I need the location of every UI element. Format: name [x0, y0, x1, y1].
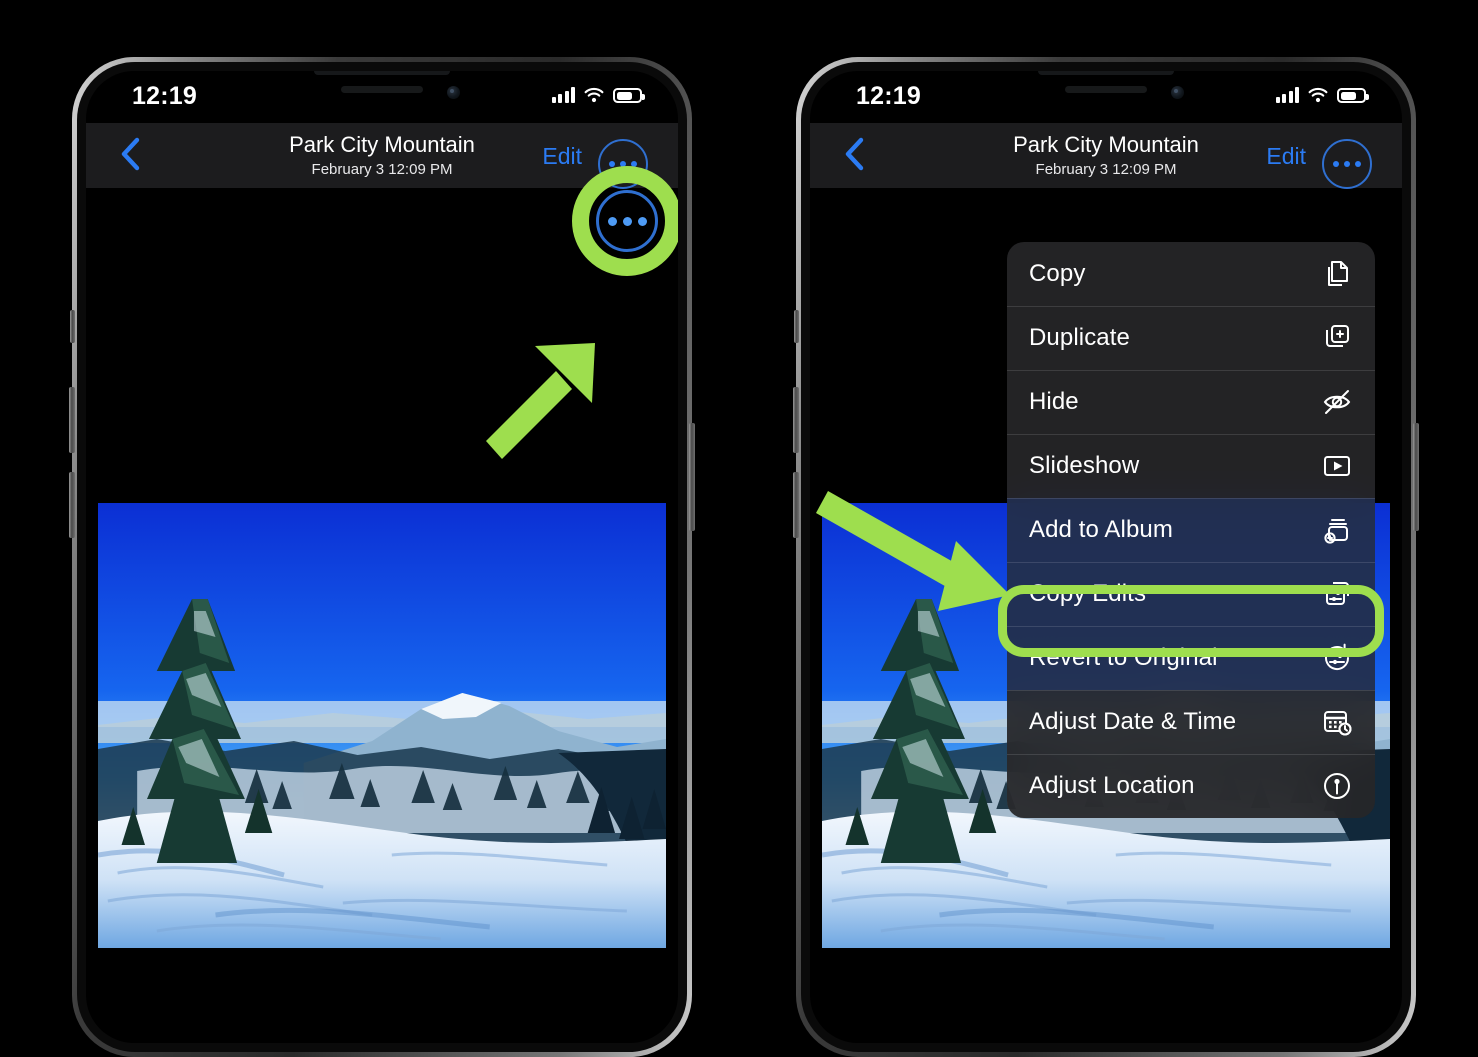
menu-item-adjust-location[interactable]: Adjust Location: [1007, 754, 1375, 818]
copy-icon: [1321, 258, 1353, 290]
power-button[interactable]: [689, 423, 695, 531]
phone-screen: 12:19 Park City Mountain February 3 12:0…: [810, 71, 1402, 1043]
menu-item-label: Hide: [1029, 388, 1079, 415]
menu-item-add-to-album[interactable]: Add to Album: [1007, 498, 1375, 562]
add-to-album-icon: [1321, 514, 1353, 546]
menu-item-duplicate[interactable]: Duplicate: [1007, 306, 1375, 370]
context-menu[interactable]: Copy Duplicate Hide Slideshow Add to Alb…: [1007, 242, 1375, 818]
page-title: Park City Mountain: [289, 132, 475, 157]
edit-button[interactable]: Edit: [542, 143, 582, 170]
duplicate-icon: [1321, 322, 1353, 354]
earpiece-grille-icon: [314, 71, 450, 75]
copy-edits-icon: [1321, 578, 1353, 610]
volume-up-button[interactable]: [69, 387, 75, 453]
nav-title-block: Park City Mountain February 3 12:09 PM: [86, 131, 678, 180]
speaker-grille-icon: [1065, 86, 1147, 93]
status-clock: 12:19: [856, 82, 921, 110]
power-button[interactable]: [1413, 423, 1419, 531]
menu-item-label: Duplicate: [1029, 324, 1130, 351]
mute-switch[interactable]: [70, 310, 75, 343]
cellular-signal-icon: [551, 87, 575, 103]
battery-icon: [1337, 88, 1369, 103]
menu-item-label: Adjust Date & Time: [1029, 708, 1237, 735]
page-subtitle: February 3 12:09 PM: [1035, 161, 1177, 178]
photo-viewer[interactable]: [98, 503, 666, 948]
page-subtitle: February 3 12:09 PM: [311, 161, 453, 178]
earpiece-grille-icon: [1038, 71, 1174, 75]
battery-icon: [613, 88, 645, 103]
eye-slash-icon: [1321, 386, 1353, 418]
play-rectangle-icon: [1321, 450, 1353, 482]
cellular-signal-icon: [1275, 87, 1299, 103]
location-pin-icon: [1321, 770, 1353, 802]
phone-notch: [990, 71, 1222, 114]
phone-right: 12:19 Park City Mountain February 3 12:0…: [793, 57, 1419, 1057]
calendar-clock-icon: [1321, 706, 1353, 738]
menu-item-label: Revert to Original: [1029, 644, 1218, 671]
status-indicators: [1275, 87, 1369, 103]
page-title: Park City Mountain: [1013, 132, 1199, 157]
back-chevron-icon[interactable]: [842, 137, 866, 171]
menu-item-label: Slideshow: [1029, 452, 1140, 479]
nav-bar: Park City Mountain February 3 12:09 PM E…: [86, 123, 678, 189]
wifi-icon: [1308, 87, 1328, 103]
menu-item-copy[interactable]: Copy: [1007, 242, 1375, 306]
phone-notch: [266, 71, 498, 114]
menu-item-label: Adjust Location: [1029, 772, 1195, 799]
menu-item-copy-edits[interactable]: Copy Edits: [1007, 562, 1375, 626]
back-chevron-icon[interactable]: [118, 137, 142, 171]
menu-item-label: Copy Edits: [1029, 580, 1147, 607]
menu-item-adjust-date-time[interactable]: Adjust Date & Time: [1007, 690, 1375, 754]
wifi-icon: [584, 87, 604, 103]
menu-item-revert-to-original[interactable]: Revert to Original: [1007, 626, 1375, 690]
mute-switch[interactable]: [794, 310, 799, 343]
status-clock: 12:19: [132, 82, 197, 110]
front-camera-icon: [447, 86, 460, 99]
menu-item-hide[interactable]: Hide: [1007, 370, 1375, 434]
phone-left: 12:19 Park City Mountain February 3 12:0…: [69, 57, 695, 1057]
screenshot-canvas: 12:19 Park City Mountain February 3 12:0…: [0, 0, 1478, 1057]
volume-up-button[interactable]: [793, 387, 799, 453]
front-camera-icon: [1171, 86, 1184, 99]
more-ellipsis-icon-highlighted[interactable]: [596, 190, 658, 252]
volume-down-button[interactable]: [793, 472, 799, 538]
more-ellipsis-icon[interactable]: [1322, 139, 1372, 189]
nav-bar: Park City Mountain February 3 12:09 PM E…: [810, 123, 1402, 189]
speaker-grille-icon: [341, 86, 423, 93]
menu-item-label: Copy: [1029, 260, 1086, 287]
menu-item-slideshow[interactable]: Slideshow: [1007, 434, 1375, 498]
volume-down-button[interactable]: [69, 472, 75, 538]
revert-icon: [1321, 642, 1353, 674]
phone-screen: 12:19 Park City Mountain February 3 12:0…: [86, 71, 678, 1043]
menu-item-label: Add to Album: [1029, 516, 1173, 543]
status-indicators: [551, 87, 645, 103]
edit-button[interactable]: Edit: [1266, 143, 1306, 170]
nav-title-block: Park City Mountain February 3 12:09 PM: [810, 131, 1402, 180]
